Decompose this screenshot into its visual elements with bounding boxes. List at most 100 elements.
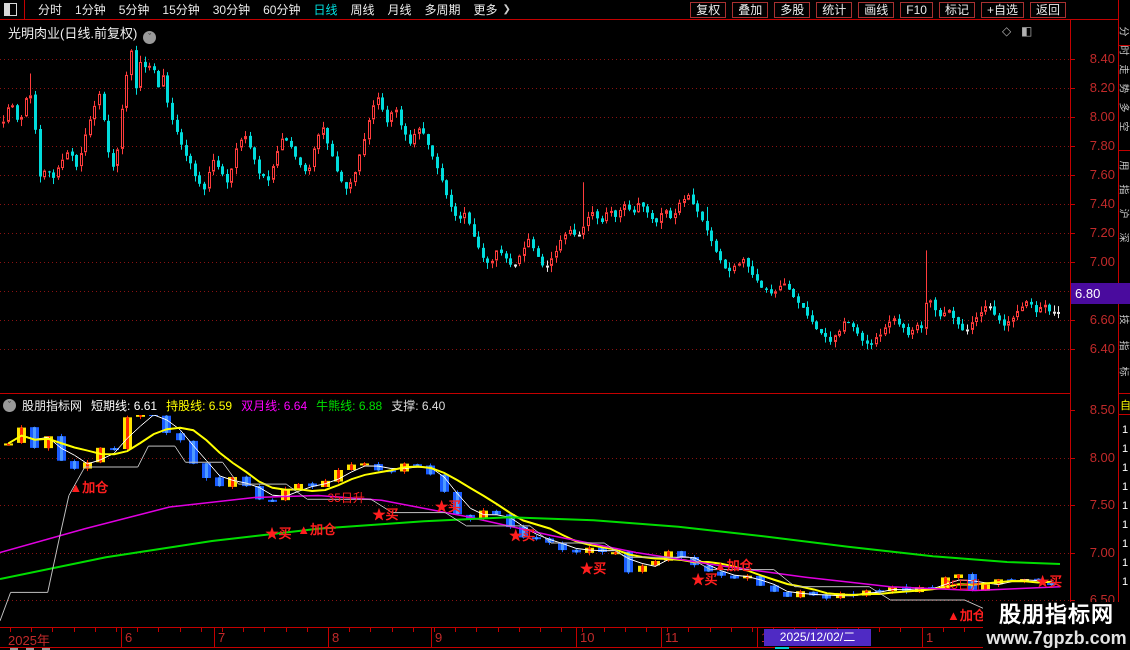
month-label-8: 8	[332, 630, 340, 645]
current-date-badge: 2025/12/02/二	[764, 629, 871, 646]
signal-买: ★买	[265, 525, 292, 541]
legend-双月线: 双月线: 6.64	[241, 398, 308, 413]
strip-char: 空	[1118, 121, 1129, 132]
month-label-11: 11	[665, 630, 679, 645]
legend-name: 持股线	[166, 398, 203, 413]
signal-加仓: ▲加仓	[713, 558, 753, 573]
legend-持股线: 持股线: 6.59	[166, 398, 233, 413]
strip-digit: 1	[1122, 443, 1129, 455]
signal-加仓: ▲加仓	[297, 521, 337, 537]
toolbar-button-F10[interactable]: F10	[900, 1, 933, 18]
chevron-down-icon[interactable]: ˇ	[143, 31, 157, 44]
toolbar-button-返回[interactable]: 返回	[1029, 1, 1066, 18]
main-price-tick-7.80: 7.80	[1089, 138, 1115, 153]
main-price-tick-8.20: 8.20	[1089, 80, 1115, 95]
month-label-7: 7	[218, 630, 226, 645]
toolbar-button-复权[interactable]: 复权	[690, 1, 727, 18]
legend-value: 6.61	[133, 398, 158, 413]
top-toolbar: 分时 1分钟 5分钟 15分钟 30分钟 60分钟 日线 周线 月线 多周期 更多 ❯ 复权 叠加 多股…	[0, 0, 1118, 19]
period-tab-分时[interactable]: 分时	[38, 3, 62, 17]
year-label: 2025年	[8, 633, 50, 648]
month-label-10: 10	[580, 630, 595, 645]
annotation-text: 35日升	[944, 577, 982, 592]
signal-加仓: ▲加仓	[947, 608, 986, 624]
panel-layout-icon[interactable]: ◧	[1021, 24, 1032, 38]
legend-支撑: 支撑: 6.40	[391, 398, 446, 413]
main-price-tick-7.20: 7.20	[1089, 225, 1115, 240]
period-tab-月线[interactable]: 月线	[388, 3, 412, 17]
strip-digit: 1	[1122, 462, 1129, 474]
strip-char: 标	[1118, 366, 1129, 377]
strip-char: 指	[1118, 340, 1129, 351]
legend-短期线: 短期线: 6.61	[91, 398, 158, 413]
main-price-tick-6.40: 6.40	[1089, 341, 1115, 356]
chevron-down-icon[interactable]: ˇ	[3, 398, 16, 412]
period-tab-list: 分时 1分钟 5分钟 15分钟 30分钟 60分钟 日线 周线 月线 多周期 更多	[25, 1, 498, 19]
toolbar-button-统计[interactable]: 统计	[816, 1, 853, 18]
stock-app-screen: 分时 1分钟 5分钟 15分钟 30分钟 60分钟 日线 周线 月线 多周期 更多 ❯ 复权 叠加 多股…	[0, 0, 1130, 650]
signal-买: ★买	[580, 560, 607, 576]
indicator-price-tick-7.50: 7.50	[1089, 497, 1115, 512]
watermark-url: www.7gpzb.com	[986, 628, 1127, 648]
legend-value: 6.59	[208, 398, 233, 413]
signal-买: ★买	[1036, 574, 1063, 590]
toolbar-button-+自选[interactable]: +自选	[980, 1, 1024, 18]
signal-买: ★买	[435, 499, 462, 515]
clipped-row-fragment	[775, 647, 789, 649]
month-label-1: 1	[926, 630, 934, 645]
strip-digit: 1	[1122, 557, 1129, 569]
strip-char: 多	[1118, 102, 1129, 113]
strip-char: 时	[1118, 45, 1129, 56]
period-tab-60分钟[interactable]: 60分钟	[263, 3, 300, 17]
indicator-header: ˇ 股朋指标网 短期线: 6.61 持股线: 6.59 双月线: 6.64 牛熊线: …	[0, 395, 1070, 415]
last-price-badge: 6.80	[1071, 283, 1130, 304]
period-tab-15分钟[interactable]: 15分钟	[162, 3, 199, 17]
month-label-6: 6	[125, 630, 133, 645]
period-tab-5分钟[interactable]: 5分钟	[119, 3, 150, 17]
strip-digit: 1	[1122, 424, 1129, 436]
strip-char: 指	[1118, 184, 1129, 195]
strip-char: 技	[1118, 314, 1129, 325]
time-axis: 2025年 67891011121 2025/12/02/二	[0, 627, 1118, 648]
signal-买: ★买	[509, 527, 536, 543]
indicator-chart[interactable]	[0, 415, 1070, 627]
strip-digit: 1	[1122, 538, 1129, 550]
indicator-price-tick-8.00: 8.00	[1089, 449, 1115, 465]
toolbar-button-多股[interactable]: 多股	[774, 1, 811, 18]
diamond-icon[interactable]: ◇	[1002, 24, 1011, 38]
period-tab-30分钟[interactable]: 30分钟	[213, 3, 250, 17]
strip-digit: 1	[1122, 481, 1129, 493]
indicator-source: 股朋指标网	[22, 398, 83, 413]
main-price-tick-7.40: 7.40	[1089, 196, 1115, 211]
watermark: 股朋指标网 www.7gpzb.com	[983, 602, 1130, 650]
period-tab-1分钟[interactable]: 1分钟	[75, 3, 106, 17]
period-tab-周线[interactable]: 周线	[350, 3, 374, 17]
annotation-text: 35日升	[327, 490, 365, 505]
chevron-right-icon: ❯	[502, 4, 511, 15]
period-tab-更多[interactable]: 更多	[474, 3, 498, 17]
legend-name: 双月线	[241, 398, 278, 413]
toolbar-button-标记[interactable]: 标记	[938, 1, 975, 18]
main-price-tick-8.00: 8.00	[1089, 109, 1115, 124]
signal-加仓: ▲加仓	[69, 480, 109, 496]
legend-牛熊线: 牛熊线: 6.88	[316, 398, 383, 413]
strip-digit: 1	[1122, 576, 1129, 588]
toolbar-button-叠加[interactable]: 叠加	[732, 1, 769, 18]
watermark-title: 股朋指标网	[998, 602, 1114, 627]
strip-char: 势	[1118, 83, 1129, 94]
strip-digit: 1	[1122, 519, 1129, 531]
strip-digit: 1	[1122, 500, 1129, 512]
legend-name: 短期线	[91, 398, 128, 413]
toolbar-button-画线[interactable]: 画线	[858, 1, 895, 18]
main-price-tick-6.60: 6.60	[1089, 312, 1115, 327]
sidebar-toggle-icon[interactable]	[4, 3, 17, 16]
period-tab-多周期[interactable]: 多周期	[425, 3, 461, 17]
period-tab-日线[interactable]: 日线	[313, 3, 337, 17]
signal-买: ★买	[372, 506, 399, 522]
indicator-price-tick-8.50: 8.50	[1089, 402, 1115, 417]
strip-char: 沪	[1118, 208, 1129, 219]
month-label-9: 9	[435, 630, 443, 645]
legend-value: 6.40	[421, 398, 446, 413]
strip-highlight-tab[interactable]: 自	[1120, 397, 1130, 413]
main-candlestick-chart[interactable]	[0, 20, 1070, 393]
